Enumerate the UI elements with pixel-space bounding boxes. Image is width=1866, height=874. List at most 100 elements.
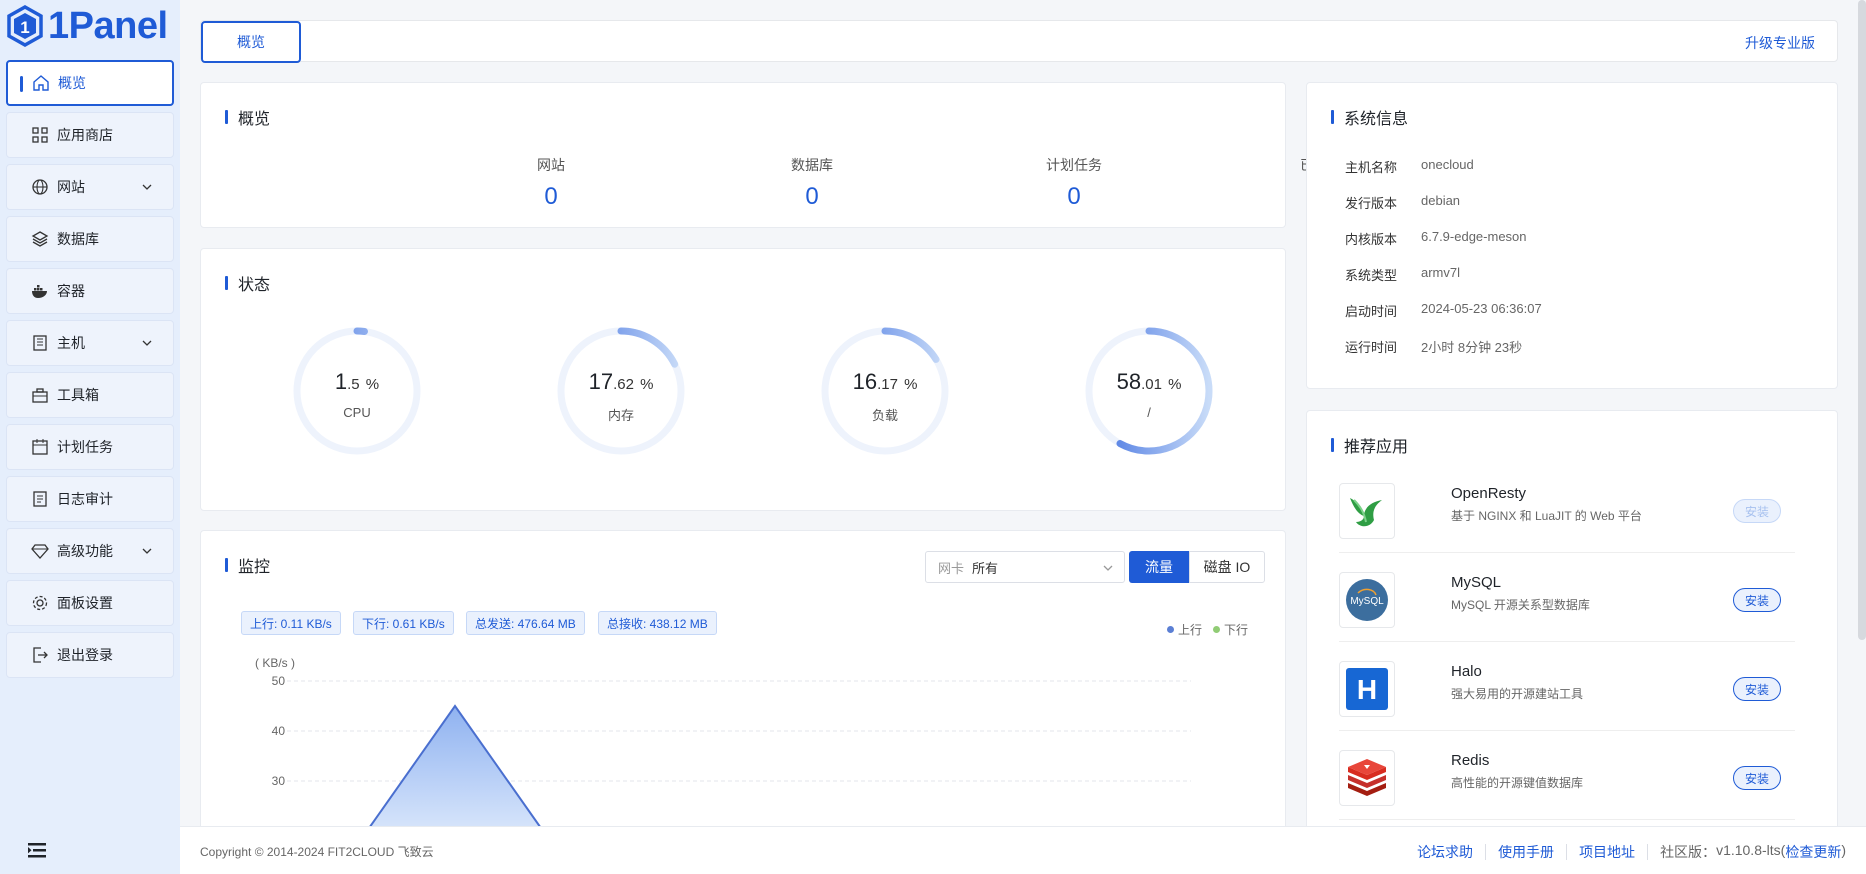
- system-info-value: 2024-05-23 06:36:07: [1421, 301, 1542, 316]
- sidebar-item-label: 面板设置: [57, 595, 113, 611]
- sidebar-item-label: 日志审计: [57, 491, 113, 507]
- system-info-row: 启动时间 2024-05-23 06:36:07: [1345, 301, 1542, 320]
- check-update-close: ): [1841, 842, 1846, 858]
- page-scrollbar[interactable]: [1858, 0, 1866, 640]
- logout-icon: [31, 646, 49, 664]
- gauge-int: 17: [588, 369, 614, 394]
- sidebar-item-label: 主机: [57, 335, 85, 351]
- collapse-menu-icon[interactable]: [26, 840, 48, 860]
- log-icon: [31, 490, 49, 508]
- traffic-chart: ( KB/s )50403020: [255, 656, 1191, 838]
- svg-text:H: H: [1357, 674, 1377, 705]
- install-button[interactable]: 安装: [1733, 766, 1781, 790]
- app-desc: 强大易用的开源建站工具: [1451, 687, 1584, 701]
- overview-label: 数据库: [791, 157, 833, 173]
- manual-link[interactable]: 使用手册: [1486, 844, 1568, 860]
- gauge-int: 1: [334, 369, 348, 394]
- overview-websites[interactable]: 网站 0: [451, 155, 651, 211]
- app-name: Halo: [1451, 663, 1482, 680]
- system-info-value: debian: [1421, 193, 1461, 208]
- project-link[interactable]: 项目地址: [1567, 844, 1649, 860]
- overview-cronjobs[interactable]: 计划任务 0: [974, 155, 1174, 211]
- calendar-icon: [31, 438, 49, 456]
- globe-icon: [31, 178, 49, 196]
- overview-label: 计划任务: [1046, 157, 1102, 173]
- gauge-value: 17.62 %: [545, 369, 697, 395]
- edition-label: 社区版：: [1660, 844, 1717, 860]
- app-item-redis[interactable]: Redis 高性能的开源键值数据库 安装: [1339, 732, 1795, 820]
- app-name: Redis: [1451, 752, 1490, 769]
- install-button[interactable]: 安装: [1733, 499, 1781, 523]
- system-info-row: 系统类型 armv7l: [1345, 265, 1460, 284]
- forum-link[interactable]: 论坛求助: [1405, 844, 1487, 860]
- gauge-name: CPU: [343, 405, 371, 420]
- gauge-unit: %: [904, 376, 918, 393]
- system-info-title: 系统信息: [1331, 105, 1408, 129]
- svg-text:1: 1: [20, 18, 29, 37]
- sidebar-item-11[interactable]: 退出登录: [6, 632, 174, 678]
- gauge-dec: .62: [613, 376, 634, 393]
- sidebar-item-label: 计划任务: [57, 439, 113, 455]
- sidebar-item-4[interactable]: 容器: [6, 268, 174, 314]
- system-info-key: 主机名称: [1345, 160, 1398, 175]
- sidebar: 1 1Panel 概览应用商店网站数据库容器主机工具箱计划任务日志审计高级功能面…: [0, 0, 180, 874]
- app-name: OpenResty: [1451, 485, 1527, 502]
- app-name: 1Panel: [48, 4, 168, 47]
- top-tab-bar: 概览 升级专业版: [200, 20, 1838, 63]
- system-info-row: 运行时间 2小时 8分钟 23秒: [1345, 337, 1522, 356]
- app-logo[interactable]: 1 1Panel: [6, 4, 168, 48]
- upgrade-pro-link[interactable]: 升级专业版: [1745, 33, 1815, 53]
- overview-title: 概览: [225, 105, 270, 129]
- overview-value: 0: [1067, 183, 1081, 210]
- series-area-upload: [367, 706, 543, 831]
- recommended-apps-title: 推荐应用: [1331, 433, 1408, 457]
- install-button[interactable]: 安装: [1733, 588, 1781, 612]
- tab-overview[interactable]: 概览: [201, 21, 301, 63]
- gauge-name: 负载: [871, 408, 898, 423]
- monitor-card: 监控 网卡 所有 流量 磁盘 IO 上行: 0.11 KB/s 下行: 0.61…: [200, 530, 1286, 860]
- sidebar-item-2[interactable]: 网站: [6, 164, 174, 210]
- app-desc: MySQL 开源关系型数据库: [1451, 598, 1590, 612]
- sidebar-item-label: 容器: [57, 283, 85, 299]
- layers-icon: [31, 230, 49, 248]
- gauge-int: 58: [1116, 369, 1142, 394]
- sidebar-item-7[interactable]: 计划任务: [6, 424, 174, 470]
- diamond-icon: [31, 542, 49, 560]
- system-info-key: 内核版本: [1345, 232, 1398, 247]
- sidebar-item-0[interactable]: 概览: [6, 60, 174, 106]
- overview-label: 网站: [537, 157, 565, 173]
- gauge-3: 58.01 %/3.93 GB / 6.87 GB: [1073, 327, 1213, 567]
- app-item-openresty[interactable]: OpenResty 基于 NGINX 和 LuaJIT 的 Web 平台 安装: [1339, 465, 1795, 553]
- gauge-0: 1.5 %CPU( 0.06 / 4 ) 核: [281, 327, 421, 569]
- app-item-mysql[interactable]: MySQL MySQL MySQL 开源关系型数据库 安装: [1339, 554, 1795, 642]
- system-info-card: 系统信息 主机名称 onecloud 发行版本 debian 内核版本 6.7.9-edg…: [1306, 82, 1838, 389]
- sidebar-item-1[interactable]: 应用商店: [6, 112, 174, 158]
- building-icon: [31, 334, 49, 352]
- install-button[interactable]: 安装: [1733, 677, 1781, 701]
- sidebar-item-5[interactable]: 主机: [6, 320, 174, 366]
- redis-icon: [1339, 750, 1395, 806]
- grid-icon: [31, 126, 49, 144]
- sidebar-item-6[interactable]: 工具箱: [6, 372, 174, 418]
- gauge-unit: %: [365, 376, 380, 393]
- y-tick-label: 50: [272, 674, 286, 688]
- gauge-value: 1.5 %: [281, 369, 433, 395]
- sidebar-item-label: 应用商店: [57, 127, 113, 143]
- gauge-value: 16.17 %: [809, 369, 961, 395]
- gauge-value: 58.01 %: [1073, 369, 1225, 395]
- sidebar-item-3[interactable]: 数据库: [6, 216, 174, 262]
- mysql-icon: MySQL: [1339, 572, 1395, 628]
- sidebar-item-9[interactable]: 高级功能: [6, 528, 174, 574]
- app-item-halo[interactable]: H Halo 强大易用的开源建站工具 安装: [1339, 643, 1795, 731]
- sidebar-item-label: 网站: [57, 179, 85, 195]
- system-info-key: 发行版本: [1345, 196, 1398, 211]
- y-axis-label: ( KB/s ): [255, 656, 295, 670]
- version-number: v1.10.8-lts: [1716, 842, 1781, 858]
- overview-databases[interactable]: 数据库 0: [712, 155, 912, 211]
- gauge-1: 17.62 %内存( 174.14 / 988.34 ) MB: [545, 327, 685, 567]
- docker-icon: [31, 282, 49, 300]
- footer: Copyright © 2014-2024 FIT2CLOUD 飞致云 论坛求助…: [180, 826, 1866, 874]
- sidebar-item-8[interactable]: 日志审计: [6, 476, 174, 522]
- sidebar-item-10[interactable]: 面板设置: [6, 580, 174, 626]
- check-update-link[interactable]: 检查更新: [1785, 842, 1841, 862]
